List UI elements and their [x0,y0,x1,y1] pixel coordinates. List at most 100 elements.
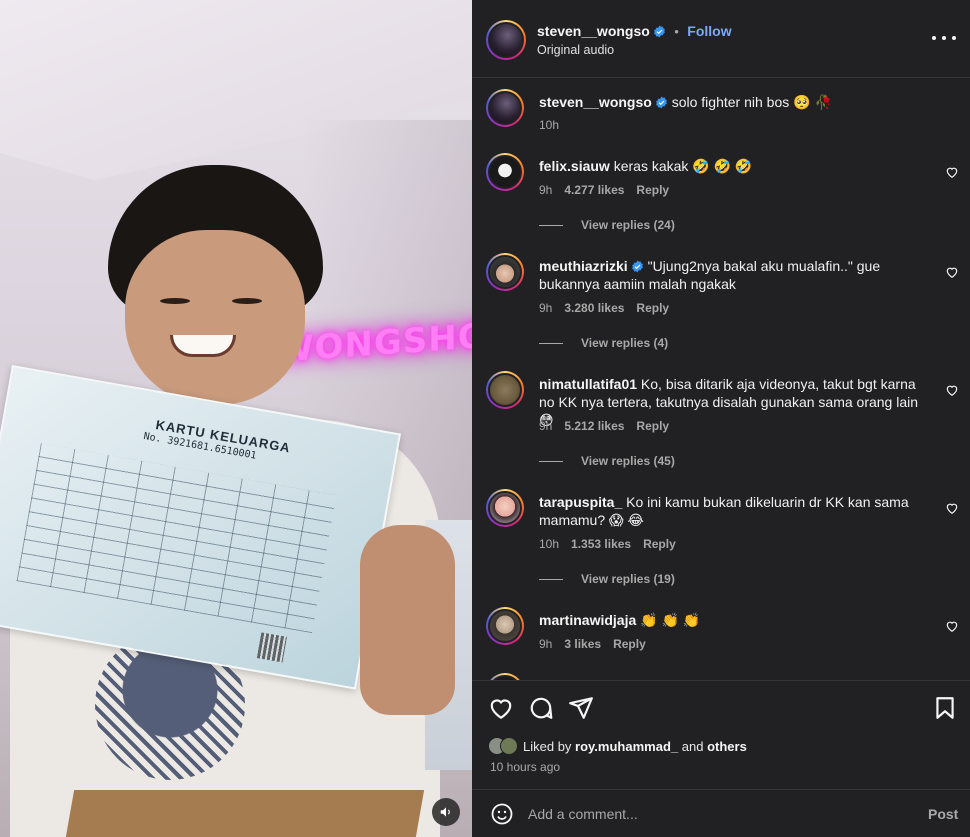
comment-text: keras kakak 🤣 🤣 🤣 [613,158,753,174]
video-player[interactable]: WONGSHOW KARTU KELUARGA No. 3921681.6510… [0,0,472,837]
comment-text: 👏 👏 👏 [640,612,701,628]
view-replies-button[interactable]: View replies (4) [539,336,668,350]
comment-meta: 9h 5.212 likes Reply [539,419,669,433]
comment-body: martinawidjaja 👏 👏 👏 [539,611,919,629]
avatar[interactable] [486,371,524,409]
caption-body: steven__wongso solo fighter nih bos 🥺 🥀 [539,93,919,111]
verified-badge-icon [655,96,667,109]
comment-bubble-icon[interactable] [528,695,554,721]
like-comment-heart-icon[interactable] [945,383,959,397]
avatar[interactable] [486,253,524,291]
like-comment-heart-icon[interactable] [945,165,959,179]
comment-time: 9h [539,301,553,315]
divider-line [539,460,563,462]
comment-likes[interactable]: 5.212 likes [564,419,624,433]
add-comment-input[interactable] [528,803,898,825]
comment-likes[interactable]: 3 likes [564,637,601,651]
reply-button[interactable]: Reply [613,637,646,651]
comment-likes[interactable]: 3.280 likes [564,301,624,315]
comment-time: 9h [539,183,553,197]
comment-time: 9h [539,419,553,433]
divider-line [539,342,563,344]
view-replies-label: View replies (24) [581,218,675,232]
original-audio-link[interactable]: Original audio [537,43,614,57]
emoji-smiley-icon[interactable] [490,802,514,826]
liked-by-prefix: Liked by [523,738,572,754]
comments-list[interactable]: steven__wongso solo fighter nih bos 🥺 🥀 … [472,79,970,680]
comment-username[interactable]: martinawidjaja [539,612,636,628]
avatar[interactable] [486,489,524,527]
comment-time: 9h [539,637,553,651]
header-username[interactable]: steven__wongso [537,23,650,39]
verified-badge-icon [653,25,665,38]
comment-body: felix.siauw keras kakak 🤣 🤣 🤣 [539,157,919,175]
post-header: steven__wongso • Follow Original audio [472,0,970,78]
comment-meta: 10h 1.353 likes Reply [539,537,676,551]
avatar[interactable] [486,20,526,60]
comment-meta: 9h 4.277 likes Reply [539,183,669,197]
follow-button[interactable]: Follow [687,23,731,39]
comment-meta: 9h 3.280 likes Reply [539,301,669,315]
header-user-line: steven__wongso • Follow [537,23,732,41]
avatar-image [488,91,522,125]
avatar-image [488,373,522,407]
liked-by-user-link[interactable]: roy.muhammad_ [575,739,678,754]
person-hand [360,525,455,715]
view-replies-button[interactable]: View replies (19) [539,572,675,586]
comment-username[interactable]: meuthiazrizki [539,258,628,274]
comment-likes[interactable]: 1.353 likes [571,537,631,551]
like-heart-icon[interactable] [488,695,514,721]
like-comment-heart-icon[interactable] [945,265,959,279]
view-replies-label: View replies (45) [581,454,675,468]
person-eye-left [160,298,190,304]
more-horizontal-icon [932,36,936,40]
avatar[interactable] [486,89,524,127]
speaker-icon [440,807,450,817]
divider-line [539,224,563,226]
share-send-icon[interactable] [568,695,594,721]
view-replies-button[interactable]: View replies (45) [539,454,675,468]
caption-meta: 10h [539,118,559,132]
like-comment-heart-icon[interactable] [945,501,959,515]
avatar-image [488,22,524,58]
liked-by-summary: Liked by roy.muhammad_ and others [488,737,747,755]
document-table-grid [16,443,337,634]
view-replies-label: View replies (19) [581,572,675,586]
comment-composer: Post [472,789,970,837]
save-bookmark-icon[interactable] [932,695,958,721]
liked-by-and: and [681,738,704,754]
reply-button[interactable]: Reply [636,419,669,433]
caption-username[interactable]: steven__wongso [539,94,652,110]
comment-username[interactable]: nimatullatifa01 [539,376,637,392]
liked-by-others-link[interactable]: others [707,739,747,754]
view-replies-button[interactable]: View replies (24) [539,218,675,232]
like-comment-heart-icon[interactable] [945,619,959,633]
comment-username[interactable]: tarapuspita_ [539,494,622,510]
reply-button[interactable]: Reply [636,301,669,315]
comment-meta: 9h 3 likes Reply [539,637,646,651]
liker-avatar[interactable] [500,737,518,755]
avatar[interactable] [486,607,524,645]
avatar[interactable] [486,153,524,191]
comment-username[interactable]: felix.siauw [539,158,610,174]
post-actions: Liked by roy.muhammad_ and others 10 hou… [472,680,970,789]
comment-time: 10h [539,537,560,551]
avatar-image [488,491,522,525]
reply-button[interactable]: Reply [643,537,676,551]
caption-text: solo fighter nih bos 🥺 🥀 [671,94,832,110]
post-timestamp[interactable]: 10 hours ago [490,760,560,774]
reply-button[interactable]: Reply [636,183,669,197]
comment-likes[interactable]: 4.277 likes [564,183,624,197]
avatar-image [488,609,522,643]
more-dot [942,36,946,40]
post-comment-button[interactable]: Post [928,806,958,822]
caption-time: 10h [539,118,560,132]
person-face [125,230,305,405]
more-options-button[interactable] [932,28,956,48]
mute-toggle-button[interactable] [432,798,460,826]
qr-code-icon [256,632,287,663]
avatar[interactable] [486,673,524,680]
separator-dot: • [674,24,679,39]
view-replies-label: View replies (4) [581,336,669,350]
verified-badge-icon [631,260,643,273]
